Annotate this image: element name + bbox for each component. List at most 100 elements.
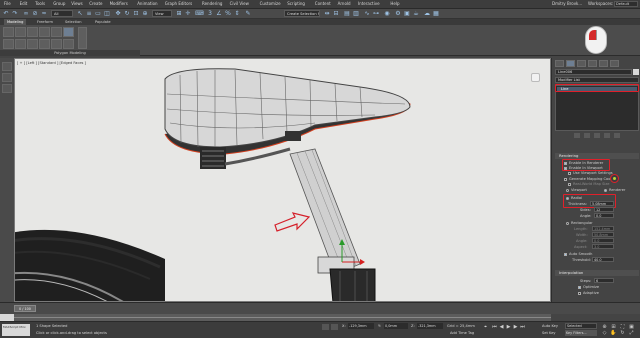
x-coordinate-field[interactable]: -129,3mm bbox=[348, 323, 374, 329]
spinner-snap-icon[interactable]: ⇕ bbox=[233, 10, 241, 18]
show-end-result-icon[interactable] bbox=[27, 39, 38, 49]
menu-item-modifiers[interactable]: Modifiers bbox=[110, 1, 128, 6]
pan-view-icon[interactable]: ✋ bbox=[610, 330, 617, 336]
pivot-center-icon[interactable]: ⊞ bbox=[175, 10, 183, 18]
schematic-view-icon[interactable]: ⊶ bbox=[372, 10, 380, 18]
mini-curve-editor-icon[interactable] bbox=[0, 314, 14, 321]
a360-gallery-icon[interactable]: ▦ bbox=[432, 10, 440, 18]
add-time-tag-button[interactable]: Add Time Tag bbox=[450, 331, 474, 335]
select-manipulate-icon[interactable]: ✛ bbox=[184, 10, 192, 18]
selection-filter-dropdown[interactable]: All bbox=[51, 10, 73, 17]
z-coordinate-field[interactable]: -321,3mm bbox=[417, 323, 443, 329]
make-unique-icon[interactable] bbox=[39, 39, 50, 49]
remove-modifier-icon[interactable] bbox=[51, 39, 62, 49]
menu-item-views[interactable]: Views bbox=[71, 1, 83, 6]
width-spinner[interactable]: 50,8mm bbox=[592, 232, 614, 237]
edge-icon[interactable] bbox=[27, 27, 38, 37]
menu-item-create[interactable]: Create bbox=[89, 1, 102, 6]
select-by-name-icon[interactable]: ≡ bbox=[85, 10, 93, 18]
vertex-icon[interactable] bbox=[15, 27, 26, 37]
link-icon[interactable]: ∞ bbox=[22, 10, 30, 18]
menu-item-tools[interactable]: Tools bbox=[35, 1, 45, 6]
real-world-map-size-checkbox[interactable]: Real-World Map Size bbox=[568, 182, 609, 186]
next-frame-icon[interactable]: ▶ bbox=[512, 324, 519, 330]
element-icon[interactable] bbox=[63, 27, 74, 37]
rotate-icon[interactable]: ↻ bbox=[123, 10, 131, 18]
modify-mode-icon[interactable] bbox=[3, 27, 14, 37]
sides-spinner[interactable]: 12 bbox=[594, 207, 614, 212]
object-color-swatch[interactable] bbox=[633, 69, 639, 75]
scale-icon[interactable]: ⊡ bbox=[132, 10, 140, 18]
curve-editor-icon[interactable]: ∿ bbox=[363, 10, 371, 18]
go-to-start-icon[interactable]: ⏮ bbox=[491, 324, 498, 330]
y-coordinate-field[interactable]: 0,0mm bbox=[384, 323, 408, 329]
workspaces-dropdown[interactable]: Default bbox=[614, 1, 638, 7]
previous-frame-icon[interactable]: ◀ bbox=[498, 324, 505, 330]
interpolation-rollout-header[interactable]: Interpolation bbox=[555, 270, 639, 276]
select-object-icon[interactable]: ↖ bbox=[76, 10, 84, 18]
aspect-spinner[interactable]: 3,0 bbox=[592, 244, 614, 249]
viewport-radio[interactable]: Viewport bbox=[566, 188, 587, 192]
move-icon[interactable]: ✥ bbox=[114, 10, 122, 18]
named-selection-set-dropdown[interactable]: Create Selection Se bbox=[284, 10, 320, 17]
object-name-field[interactable]: Line006 bbox=[555, 69, 632, 75]
polygon-icon[interactable] bbox=[51, 27, 62, 37]
key-filters-button[interactable]: Key Filters... bbox=[565, 330, 597, 336]
create-tab-icon[interactable] bbox=[555, 60, 564, 67]
time-slider[interactable]: 0 / 100 bbox=[0, 302, 640, 314]
menu-item-arnold[interactable]: Arnold bbox=[338, 1, 351, 6]
go-to-end-icon[interactable]: ⏭ bbox=[519, 324, 526, 330]
motion-tab-icon[interactable] bbox=[588, 60, 597, 67]
snaps-toggle-icon[interactable]: 3 bbox=[206, 10, 214, 18]
optimize-checkbox[interactable]: Optimize bbox=[578, 285, 599, 289]
orbit-icon[interactable]: ↻ bbox=[619, 330, 626, 336]
angle-snap-icon[interactable]: ∠ bbox=[215, 10, 223, 18]
align-icon[interactable]: ⊟ bbox=[332, 10, 340, 18]
render-setup-icon[interactable]: ⚙ bbox=[394, 10, 402, 18]
set-key-mode-icon[interactable]: ⌖ bbox=[482, 324, 489, 330]
ribbon-options-icon[interactable] bbox=[78, 27, 87, 49]
show-end-result-stack-icon[interactable] bbox=[584, 133, 590, 138]
auto-key-button[interactable]: Auto Key bbox=[542, 324, 558, 328]
bind-space-warp-icon[interactable]: ≈ bbox=[40, 10, 48, 18]
utilities-tab-icon[interactable] bbox=[610, 60, 619, 67]
rectangular-selection-icon[interactable]: ▭ bbox=[94, 10, 102, 18]
toggle-ribbon-icon[interactable]: ▥ bbox=[352, 10, 360, 18]
angle-spinner[interactable]: 0,0 bbox=[594, 213, 614, 218]
configure-sets-stack-icon[interactable] bbox=[614, 133, 620, 138]
maxscript-listener[interactable]: MAXScript Mini bbox=[2, 324, 30, 336]
length-spinner[interactable]: 152,4mm bbox=[592, 226, 614, 231]
key-selection-dropdown[interactable]: Selected bbox=[565, 323, 597, 329]
selection-lock-icon[interactable] bbox=[331, 324, 338, 330]
user-account[interactable]: Dmitry Brovk... bbox=[552, 1, 582, 6]
layer-explorer-icon[interactable]: ▤ bbox=[343, 10, 351, 18]
track-bar[interactable] bbox=[14, 314, 551, 321]
preserve-uvs-icon[interactable] bbox=[3, 39, 14, 49]
border-icon[interactable] bbox=[39, 27, 50, 37]
configure-sets-icon[interactable] bbox=[63, 39, 74, 49]
menu-item-file[interactable]: File bbox=[4, 1, 11, 6]
make-unique-stack-icon[interactable] bbox=[594, 133, 600, 138]
menu-item-scripting[interactable]: Scripting bbox=[287, 1, 305, 6]
render-production-icon[interactable]: ☕ bbox=[412, 10, 420, 18]
threshold-spinner[interactable]: 40,0 bbox=[592, 257, 614, 262]
modifier-list-dropdown[interactable]: Modifier List bbox=[555, 77, 639, 83]
field-of-view-icon[interactable]: ◇ bbox=[601, 330, 608, 336]
menu-item-rendering[interactable]: Rendering bbox=[202, 1, 222, 6]
hierarchy-icon[interactable] bbox=[2, 84, 12, 93]
reference-coordinate-dropdown[interactable]: View bbox=[152, 10, 172, 17]
scene-explorer-icon[interactable] bbox=[2, 62, 12, 71]
auto-smooth-checkbox[interactable]: Auto Smooth bbox=[564, 252, 592, 256]
display-tab-icon[interactable] bbox=[599, 60, 608, 67]
polygon-modeling-panel-label[interactable]: Polygon Modeling bbox=[0, 50, 140, 56]
undo-icon[interactable]: ↶ bbox=[2, 10, 10, 18]
menu-item-group[interactable]: Group bbox=[53, 1, 65, 6]
set-key-button[interactable]: Set Key bbox=[542, 331, 556, 335]
menu-item-graph-editors[interactable]: Graph Editors bbox=[165, 1, 192, 6]
mouse-navigation-icon[interactable] bbox=[585, 26, 607, 54]
modify-tab-icon[interactable] bbox=[566, 60, 575, 67]
material-editor-icon[interactable]: ◉ bbox=[383, 10, 391, 18]
edit-named-selection-icon[interactable]: ✎ bbox=[244, 10, 252, 18]
menu-item-customize[interactable]: Customize bbox=[260, 1, 281, 6]
keyboard-shortcut-icon[interactable]: ⌨ bbox=[195, 10, 204, 18]
